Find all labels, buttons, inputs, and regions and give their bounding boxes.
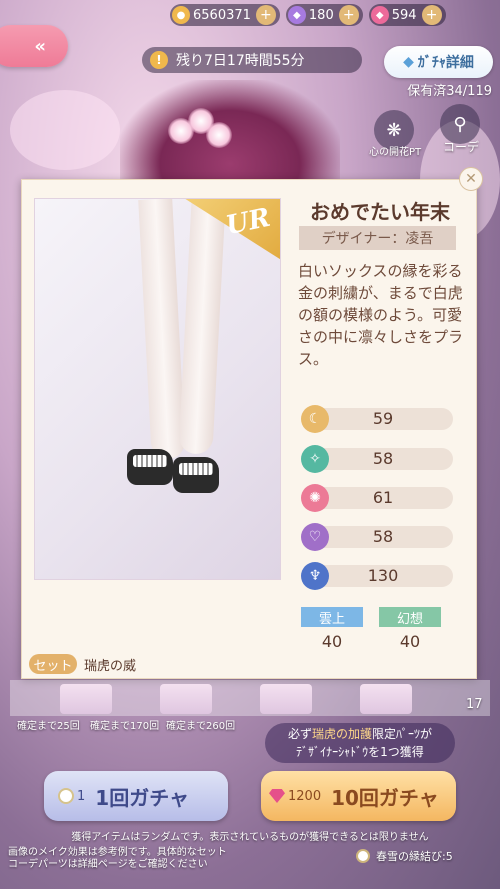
owned-count: 保有済34/119 [407, 84, 492, 99]
item-preview: UR [34, 198, 281, 580]
gacha-screen: ● 6560371 + ◆ 180 + ◆ 594 + « ! 残り7日17時間… [0, 0, 500, 889]
snowflake-icon: ❋ [386, 119, 402, 141]
stat-value: 59 [372, 409, 394, 428]
pink-gem-icon [269, 789, 285, 803]
style-tag-value: 40 [399, 632, 421, 651]
currency-value: 6560371 [193, 7, 251, 23]
add-gem-button[interactable]: + [421, 5, 442, 25]
set-name: 瑞虎の威 [84, 659, 137, 674]
stat-row: ✺ 61 [301, 484, 453, 512]
pink-gem-icon: ◆ [370, 6, 389, 24]
item-detail-card: UR おめでたい年末 デザイナー：凌吾 白いソックスの縁を彩る金の刺繍が、まるで… [21, 179, 477, 679]
designer-label: デザイナー：凌吾 [299, 226, 456, 250]
style-tag-fantasy: 幻想 [379, 607, 441, 627]
guarantee-count: 確定まで170回 [90, 721, 160, 732]
reward-item[interactable] [160, 684, 212, 714]
back-button[interactable]: « [0, 25, 68, 67]
note-line-2: コーデパーツは詳細ページをご確認ください [8, 859, 208, 870]
reward-item[interactable] [360, 684, 412, 714]
add-diamond-button[interactable]: + [338, 5, 359, 25]
close-icon: ✕ [465, 171, 477, 187]
timer-text: 残り7日17時間55分 [176, 53, 305, 69]
guarantee-rest: 限定ﾊﾟｰﾂが [372, 727, 433, 741]
guarantee-line-1: 必ず瑞虎の加護限定ﾊﾟｰﾂが [265, 725, 455, 743]
stat-value: 58 [372, 527, 394, 546]
gacha-detail-label: ｶﾞﾁｬ詳細 [417, 55, 474, 71]
sexy-icon: ♡ [301, 523, 329, 551]
diamond-icon: ◆ [287, 6, 306, 24]
leg-left [138, 199, 186, 460]
single-gacha-label: 1回ガチャ [95, 785, 189, 810]
note-line-1: 画像のメイク効果は参考例です。具体的なセット [8, 847, 227, 858]
stat-row: ☾ 59 [301, 405, 453, 433]
gacha-detail-button[interactable]: ◆ ｶﾞﾁｬ詳細 [384, 46, 493, 78]
ten-gacha-label: 10回ガチャ [331, 785, 439, 810]
stat-value: 130 [367, 566, 399, 585]
stat-row: ♡ 58 [301, 523, 453, 551]
stat-value: 58 [372, 449, 394, 468]
disclaimer-text: 獲得アイテムはランダムです。表示されているものが獲得できるとは限りません [71, 832, 429, 843]
alert-icon: ! [150, 51, 168, 69]
ten-cost-value: 1200 [288, 788, 322, 804]
guarantee-highlight: 瑞虎の加護 [311, 727, 372, 741]
guarantee-line-2: ﾃﾞｻﾞｲﾅｰｼｬﾄﾞｳを1つ獲得 [296, 745, 424, 759]
item-title: おめでたい年末 [310, 200, 450, 224]
currency-diamond: ◆ 180 + [285, 4, 363, 26]
currency-bar: ● 6560371 + ◆ 180 + ◆ 594 + [170, 0, 500, 30]
currency-pink-gem: ◆ 594 + [368, 4, 446, 26]
side-count: 17 [466, 697, 483, 712]
currency-coin: ● 6560371 + [170, 4, 280, 26]
stat-row: ♆ 130 [301, 562, 453, 590]
item-description: 白いソックスの縁を彩る金の刺繍が、まるで白虎の額の模様のよう。可愛さの中に凛々し… [298, 262, 464, 368]
reward-item[interactable] [60, 684, 112, 714]
style-tag-cloud: 雲上 [301, 607, 363, 627]
stat-value: 61 [372, 488, 394, 507]
stat-row: ✧ 58 [301, 445, 453, 473]
guarantee-banner: 必ず瑞虎の加護限定ﾊﾟｰﾂが ﾃﾞｻﾞｲﾅｰｼｬﾄﾞｳを1つ獲得 [265, 723, 455, 763]
single-cost-value: 1 [77, 788, 86, 804]
fate-counter[interactable]: 春雪の縁結び:5 [356, 848, 453, 864]
shoe-left [127, 449, 173, 485]
set-tag: セット [29, 654, 77, 674]
fate-label: 春雪の縁結び:5 [376, 850, 453, 863]
fresh-icon: ✧ [301, 445, 329, 473]
sweet-icon: ✺ [301, 484, 329, 512]
hair-flower [206, 122, 232, 148]
guarantee-prefix: 必ず [287, 727, 312, 741]
close-button[interactable]: ✕ [459, 167, 483, 191]
coordinate-label: コーデ [443, 140, 480, 154]
ten-cost: 1200 [269, 789, 321, 804]
shoe-right [173, 457, 219, 493]
leg-right [178, 199, 226, 455]
reward-item[interactable] [260, 684, 312, 714]
makeup-note: 画像のメイク効果は参考例です。具体的なセット コーデパーツは詳細ページをご確認く… [8, 847, 227, 871]
single-cost: 1 [58, 788, 85, 804]
currency-value: 594 [391, 7, 417, 23]
flower-bloom-label: 心の開花PT [369, 147, 422, 158]
cool-icon: ♆ [301, 562, 329, 590]
ten-gacha-button[interactable]: 1200 10回ガチャ [261, 771, 456, 821]
background-flower [10, 90, 120, 170]
diamond-icon: ◆ [403, 54, 414, 70]
add-coin-button[interactable]: + [255, 5, 276, 25]
event-timer: ! 残り7日17時間55分 [142, 47, 362, 73]
elegant-icon: ☾ [301, 405, 329, 433]
key-icon [356, 849, 370, 863]
coin-icon: ● [172, 6, 190, 24]
guarantee-count: 確定まで260回 [166, 721, 236, 732]
key-icon [58, 788, 74, 804]
search-icon: ⚲ [453, 113, 467, 135]
double-chevron-left-icon: « [34, 35, 46, 57]
single-gacha-button[interactable]: 1 1回ガチャ [44, 771, 228, 821]
style-tag-value: 40 [321, 632, 343, 651]
guarantee-count: 確定まで25回 [17, 721, 80, 732]
currency-value: 180 [308, 7, 334, 23]
